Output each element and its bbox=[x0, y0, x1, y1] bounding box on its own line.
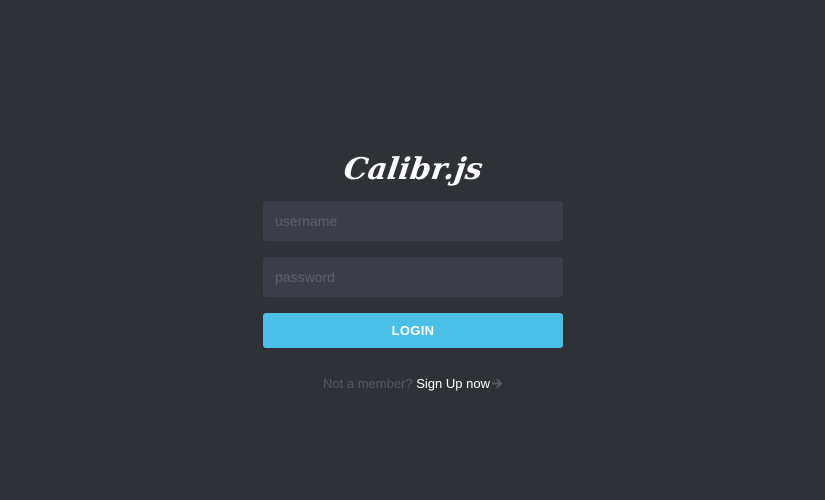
username-input[interactable] bbox=[263, 201, 563, 241]
logo: Calibr.js bbox=[263, 150, 563, 190]
login-button[interactable]: LOGIN bbox=[263, 313, 563, 348]
signup-prompt: Not a member? bbox=[323, 376, 413, 391]
signup-row: Not a member? Sign Up now bbox=[263, 376, 563, 393]
signup-link[interactable]: Sign Up now bbox=[416, 376, 503, 391]
login-page: Calibr.js LOGIN Not a member? Sign Up no… bbox=[0, 0, 825, 500]
arrow-right-icon bbox=[491, 377, 503, 393]
password-input[interactable] bbox=[263, 257, 563, 297]
logo-text: Calibr.js bbox=[341, 152, 485, 187]
login-panel: Calibr.js LOGIN Not a member? Sign Up no… bbox=[263, 150, 563, 393]
signup-link-label: Sign Up now bbox=[416, 376, 490, 391]
